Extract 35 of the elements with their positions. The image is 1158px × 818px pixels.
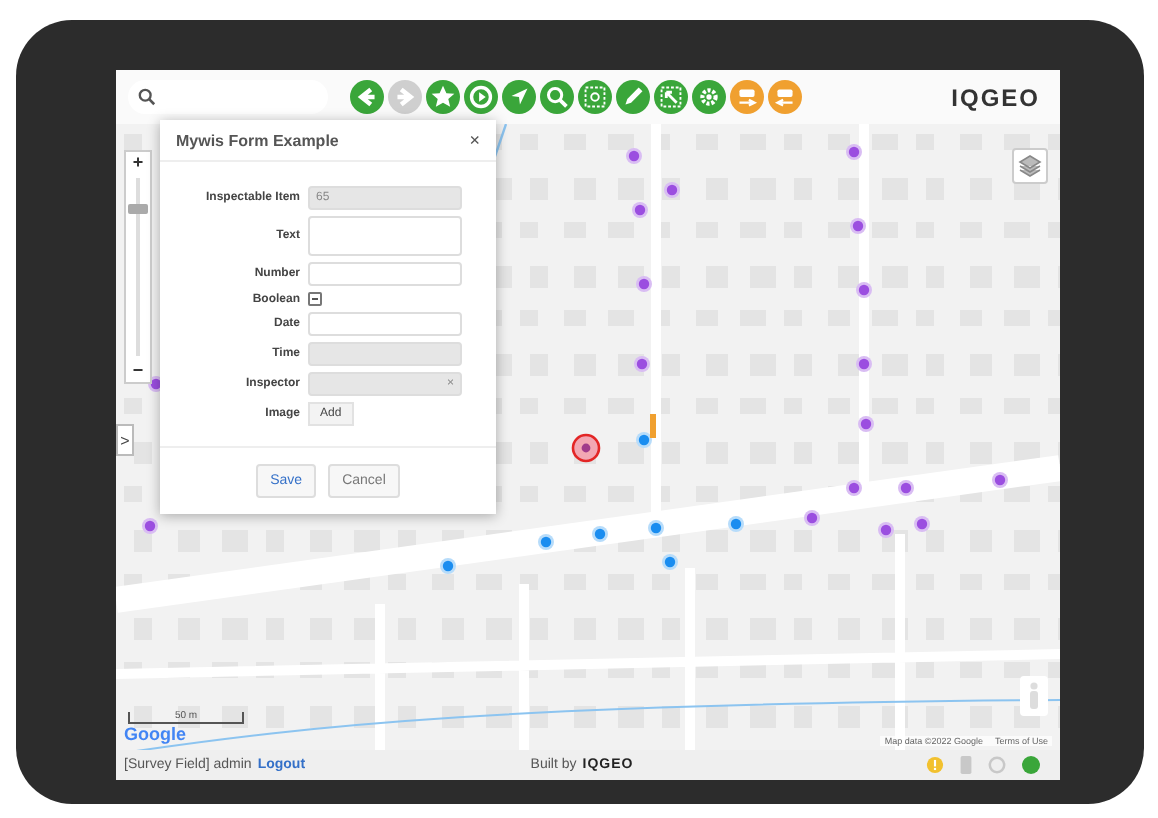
gauge-icon[interactable] (960, 756, 973, 774)
layers-button[interactable] (1012, 148, 1048, 184)
zoom-in-button[interactable]: + (132, 152, 144, 174)
street-view-button[interactable] (1020, 676, 1048, 716)
person-icon (1028, 682, 1040, 710)
zoom-tool-button[interactable] (540, 80, 574, 114)
select-box-tool-button[interactable] (654, 80, 688, 114)
panel-toggle[interactable]: > (116, 424, 134, 456)
pencil-tool-button[interactable] (616, 80, 650, 114)
zoom-box-tool-button[interactable] (578, 80, 612, 114)
input-field[interactable] (308, 262, 462, 286)
play-tool-button[interactable] (464, 80, 498, 114)
status-dot[interactable] (1022, 756, 1041, 774)
text-area[interactable] (308, 216, 462, 256)
zoom-out-button[interactable]: − (132, 360, 144, 382)
dialog-title: Mywis Form Example (176, 131, 339, 149)
alert-icon[interactable] (926, 756, 945, 774)
play-icon (464, 80, 498, 114)
close-button[interactable]: × (469, 130, 480, 150)
checkbox[interactable] (308, 292, 322, 306)
layers-icon (1018, 154, 1042, 178)
search-icon (138, 88, 156, 106)
search-field[interactable] (128, 80, 328, 114)
map-provider-logo: Google (124, 724, 186, 744)
back-tool-button[interactable] (350, 80, 384, 114)
input-field[interactable] (308, 312, 462, 336)
sim-out-tool-button[interactable] (768, 80, 802, 114)
star-tool-button[interactable] (426, 80, 460, 114)
slider-thumb[interactable] (128, 204, 148, 215)
zoom-slider[interactable]: + − (124, 150, 152, 384)
brand-logo: IQGEO (951, 83, 1042, 111)
navigate-tool-button[interactable] (502, 80, 536, 114)
sim-in-tool-button[interactable] (730, 80, 764, 114)
gear-tool-button[interactable] (692, 80, 726, 114)
ring-icon[interactable] (988, 756, 1007, 774)
